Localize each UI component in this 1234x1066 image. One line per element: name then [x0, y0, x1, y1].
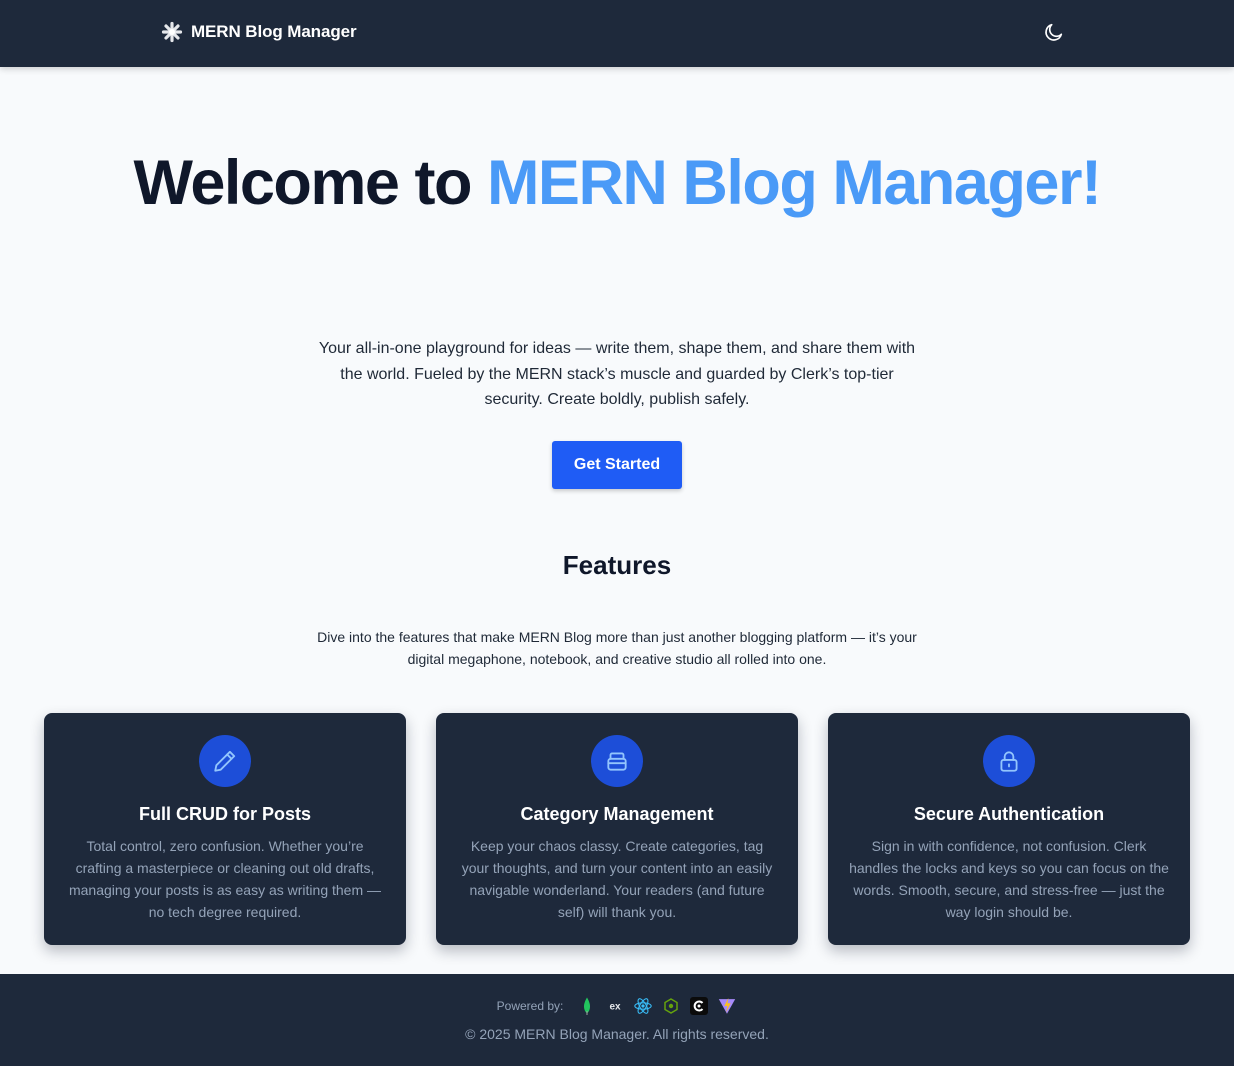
powered-by-row: Powered by: ex — [0, 996, 1234, 1016]
express-icon-text: ex — [610, 1002, 622, 1013]
nodejs-icon — [661, 996, 681, 1016]
vite-icon — [717, 996, 737, 1016]
feature-description: Keep your chaos classy. Create categorie… — [461, 838, 773, 920]
hero-description: Your all-in-one playground for ideas — w… — [318, 340, 916, 408]
feature-title: Category Management — [520, 804, 714, 824]
react-icon — [633, 996, 653, 1016]
feature-card-auth: Secure Authentication Sign in with confi… — [828, 713, 1190, 945]
feature-title: Secure Authentication — [913, 804, 1105, 824]
mongodb-icon — [577, 996, 597, 1016]
feature-card-crud: Full CRUD for Posts Total control, zero … — [44, 713, 406, 945]
feature-description: Total control, zero confusion. Whether y… — [68, 838, 382, 920]
asterisk-flower-icon — [161, 21, 183, 43]
archive-box-icon — [591, 735, 643, 787]
get-started-button[interactable]: Get Started — [552, 441, 682, 489]
lock-icon — [983, 735, 1035, 787]
copyright-text: © 2025 MERN Blog Manager. All rights res… — [465, 1026, 769, 1042]
powered-by-label: Powered by: — [496, 999, 564, 1013]
features-heading: Features — [562, 550, 672, 580]
footer: Powered by: ex © 2025 MERN Blog Manager.… — [0, 974, 1234, 1066]
brand-link[interactable]: MERN Blog Manager — [161, 21, 357, 43]
express-icon: ex — [605, 996, 625, 1016]
hero-title: Welcome to MERN Blog Manager! — [0, 150, 1234, 216]
clerk-icon — [689, 996, 709, 1016]
feature-card-category: Category Management Keep your chaos clas… — [436, 713, 798, 945]
hero-title-prefix: Welcome to — [133, 148, 487, 218]
moon-icon — [1043, 21, 1065, 48]
brand-name: MERN Blog Manager — [191, 22, 357, 41]
feature-description: Sign in with confidence, not confusion. … — [849, 838, 1169, 920]
features-description: Dive into the features that make MERN Bl… — [317, 629, 917, 667]
feature-title: Full CRUD for Posts — [138, 804, 311, 824]
theme-toggle-button[interactable] — [1040, 20, 1068, 48]
hero-title-accent: MERN Blog Manager! — [486, 148, 1102, 218]
navbar: MERN Blog Manager — [0, 0, 1234, 67]
pencil-icon — [199, 735, 251, 787]
